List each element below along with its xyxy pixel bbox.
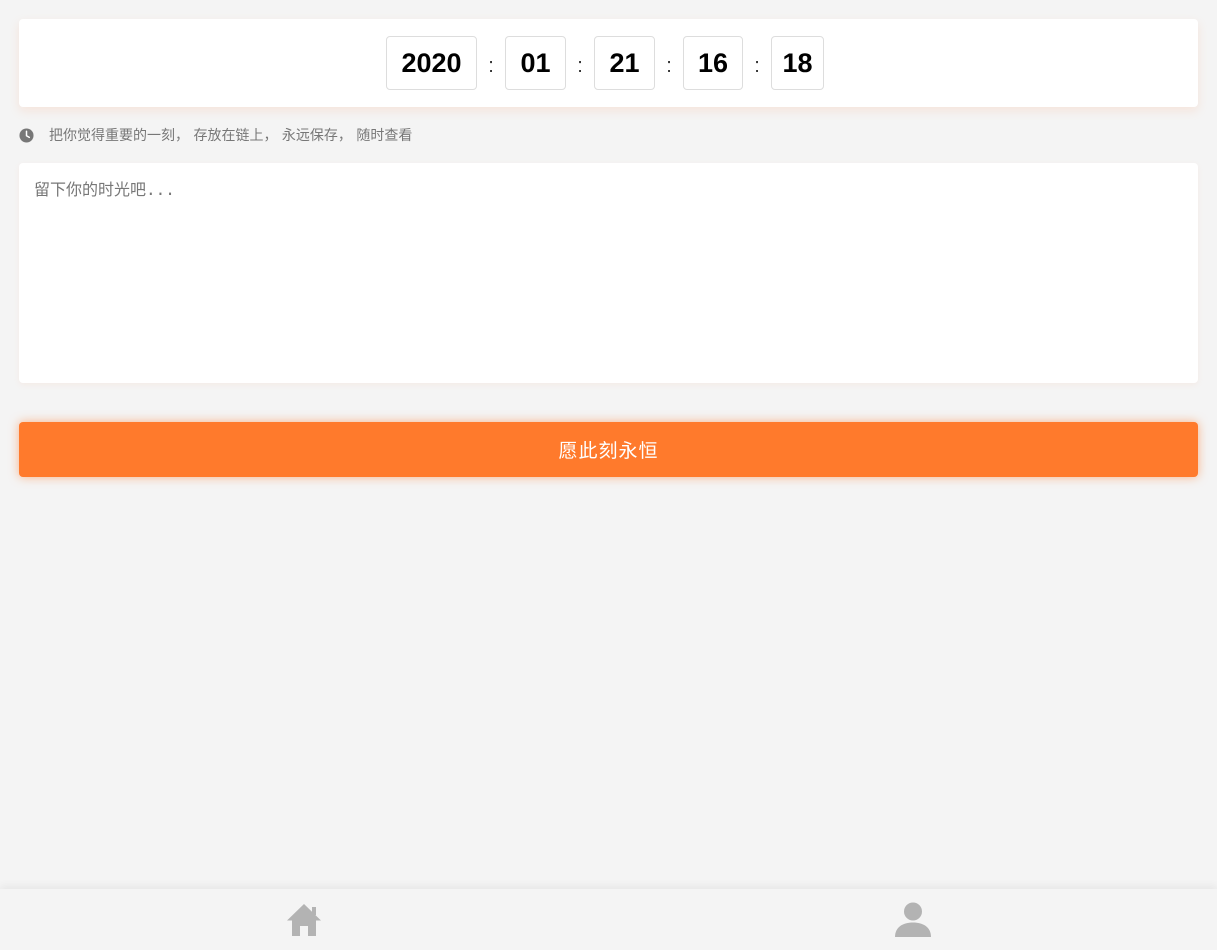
datetime-card: 2020 : 01 : 21 : 16 : 18 xyxy=(19,19,1198,107)
tab-profile[interactable] xyxy=(609,889,1217,950)
home-icon xyxy=(286,903,322,937)
year-field[interactable]: 2020 xyxy=(386,36,477,90)
page: 2020 : 01 : 21 : 16 : 18 把你觉得重要的一刻， 存放在链… xyxy=(0,0,1217,950)
hint: 把你觉得重要的一刻， 存放在链上， 永远保存， 随时查看 xyxy=(19,125,412,145)
hour-field[interactable]: 16 xyxy=(683,36,743,90)
tab-home[interactable] xyxy=(0,889,609,950)
bottom-tab-bar xyxy=(0,889,1217,950)
minute-field[interactable]: 18 xyxy=(771,36,824,90)
clock-icon xyxy=(19,127,34,143)
time-separator: : xyxy=(666,54,672,77)
submit-button[interactable]: 愿此刻永恒 xyxy=(19,422,1198,477)
datetime-row: 2020 : 01 : 21 : 16 : 18 xyxy=(386,36,824,90)
month-field[interactable]: 01 xyxy=(505,36,566,90)
day-field[interactable]: 21 xyxy=(594,36,655,90)
time-separator: : xyxy=(754,54,760,77)
time-separator: : xyxy=(577,54,583,77)
time-separator: : xyxy=(488,54,494,77)
user-icon xyxy=(894,901,932,939)
hint-text: 把你觉得重要的一刻， 存放在链上， 永远保存， 随时查看 xyxy=(49,128,413,144)
memo-input[interactable] xyxy=(19,163,1198,383)
